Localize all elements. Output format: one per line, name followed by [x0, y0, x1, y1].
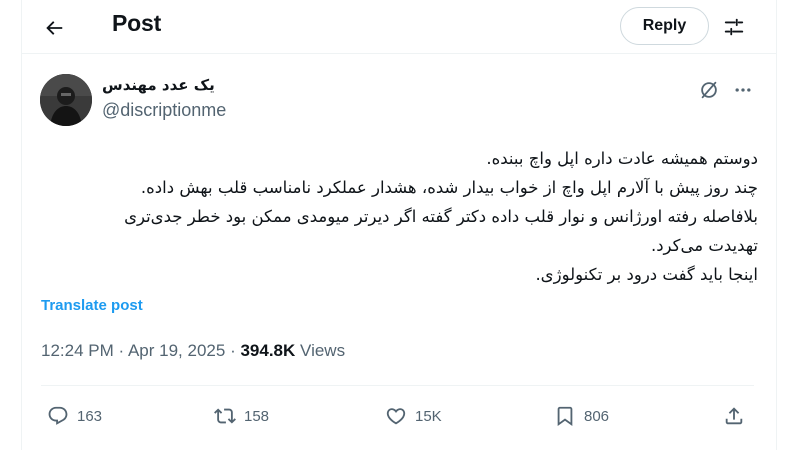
meta-divider: [41, 385, 754, 386]
arrow-left-icon: [46, 21, 63, 35]
author-display-name[interactable]: یک عدد مهندس: [102, 76, 215, 94]
meta-separator: ·: [230, 341, 236, 360]
back-button[interactable]: [38, 12, 70, 44]
tweet-line: بلافاصله رفته اورژانس و نوار قلب داده دک…: [124, 207, 758, 226]
repost-icon: [214, 408, 236, 424]
bookmark-action[interactable]: 806: [554, 402, 609, 430]
frame-border-left: [21, 0, 22, 450]
comment-icon: [48, 406, 68, 425]
more-button[interactable]: [731, 78, 755, 102]
avatar-image: [40, 74, 92, 126]
repost-action[interactable]: 158: [214, 402, 269, 430]
tweet-line: دوستم همیشه عادت داره اپل واچ ببنده.: [486, 149, 758, 168]
grok-icon: [701, 81, 717, 99]
avatar[interactable]: [40, 74, 92, 126]
share-icon: [725, 407, 743, 425]
bookmark-count: 806: [584, 407, 610, 425]
tweet-line: تهدیدت می‌کرد.: [650, 236, 758, 255]
like-action[interactable]: 15K: [385, 402, 442, 430]
tweet-text: دوستم همیشه عادت داره اپل واچ ببنده. چند…: [58, 144, 758, 289]
views-count: 394.8K: [240, 341, 296, 360]
reply-button[interactable]: Reply: [620, 7, 709, 45]
tweet-line: اینجا باید گفت درود بر تکنولوژی.: [535, 265, 758, 284]
reply-action[interactable]: 163: [47, 402, 102, 430]
reply-count: 163: [77, 407, 103, 425]
like-count: 15K: [415, 407, 442, 425]
page-title: Post: [112, 10, 162, 36]
translate-post-link[interactable]: Translate post: [41, 297, 143, 314]
more-icon: [735, 88, 751, 92]
header-divider: [21, 53, 777, 54]
settings-button[interactable]: [719, 12, 749, 42]
frame-border-right: [776, 0, 777, 450]
repost-count: 158: [244, 407, 270, 425]
share-action[interactable]: [723, 402, 745, 430]
post-date[interactable]: Apr 19, 2025: [128, 341, 225, 360]
grok-button[interactable]: [697, 78, 721, 102]
author-handle[interactable]: @discriptionme: [102, 100, 226, 121]
post-meta: 12:24 PM · Apr 19, 2025 · 394.8K Views: [41, 341, 345, 361]
sliders-icon: [724, 18, 744, 36]
views-label: Views: [300, 341, 346, 360]
post-time[interactable]: 12:24 PM: [41, 341, 114, 360]
heart-icon: [386, 408, 406, 425]
meta-separator: ·: [118, 341, 125, 360]
bookmark-icon: [557, 406, 573, 427]
tweet-line: چند روز پیش با آلارم اپل واچ از خواب بید…: [140, 178, 758, 197]
